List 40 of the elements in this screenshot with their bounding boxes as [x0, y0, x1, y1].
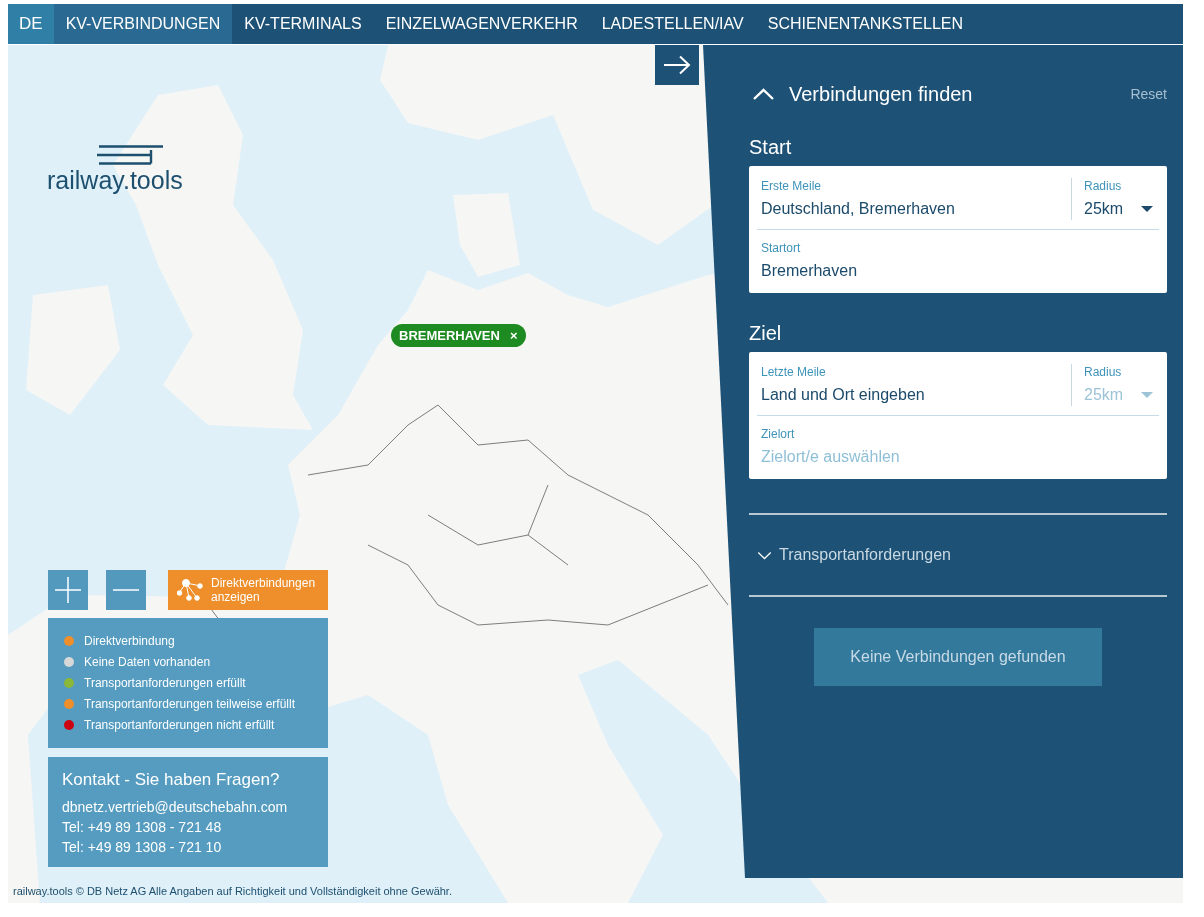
reset-link[interactable]: Reset	[1130, 86, 1167, 102]
contact-line: Tel: +49 89 1308 - 721 10	[62, 838, 223, 857]
arrow-right-icon	[663, 55, 691, 75]
location-field[interactable]: Erste Meile Deutschland, Bremerhaven	[761, 178, 1071, 220]
language-button[interactable]: DE	[8, 4, 54, 44]
network-icon	[177, 579, 203, 601]
section-heading: Start	[749, 135, 793, 159]
marker-label: BREMERHAVEN	[399, 328, 500, 343]
legend-label: Transportanforderungen teilweise erfüllt	[84, 697, 295, 711]
location-field[interactable]: Letzte Meile Land und Ort eingeben	[761, 364, 1071, 406]
caret-icon	[1141, 392, 1153, 398]
remove-button[interactable]: ×	[509, 328, 518, 343]
logo-text: railway.tools	[47, 165, 183, 195]
legend-label: Transportanforderungen nicht erfüllt	[84, 718, 275, 732]
place-field[interactable]: Startort Bremerhaven	[749, 230, 1167, 293]
panel-toggle-button[interactable]	[655, 45, 699, 85]
place-field[interactable]: Zielort Zielort/e auswählen	[749, 416, 1167, 479]
requirements-toggle[interactable]: Transportanforderungen	[749, 546, 951, 564]
panel-title: Verbindungen finden	[789, 82, 974, 106]
legend-label: Transportanforderungen erfüllt	[84, 676, 246, 690]
rails-logo-icon	[97, 145, 165, 165]
minus-icon	[113, 589, 139, 591]
section-heading: Ziel	[749, 321, 783, 345]
attribution-text: railway.tools © DB Netz AG Alle Angaben auf Richtigkeit und Vollständigkeit ohne Gewähr.	[13, 884, 452, 898]
contact-line: dbnetz.vertrieb@deutschebahn.com	[62, 798, 289, 817]
nav-tab[interactable]: KV-VERBINDUNGEN	[53, 4, 233, 44]
location-marker[interactable]: BREMERHAVEN ×	[391, 324, 527, 347]
nav-tab[interactable]: LADESTELLEN/IAV	[589, 4, 756, 44]
zoom-out-button[interactable]	[106, 570, 146, 610]
caret-icon	[1141, 206, 1153, 212]
zoom-in-button[interactable]	[48, 570, 88, 610]
nav-tab[interactable]: KV-TERMINALS	[232, 4, 374, 44]
legend-label: Direktverbindung	[84, 634, 175, 648]
plus-icon	[55, 577, 81, 603]
contact-line: Tel: +49 89 1308 - 721 48	[62, 818, 223, 837]
contact-heading: Kontakt - Sie haben Fragen?	[62, 769, 281, 791]
nav-tab[interactable]: SCHIENENTANKSTELLEN	[755, 4, 975, 44]
legend-label: Keine Daten vorhanden	[84, 655, 211, 669]
radius-select[interactable]: Radius 25km	[1071, 178, 1153, 220]
nav-tab[interactable]: EINZELWAGENVERKEHR	[373, 4, 590, 44]
